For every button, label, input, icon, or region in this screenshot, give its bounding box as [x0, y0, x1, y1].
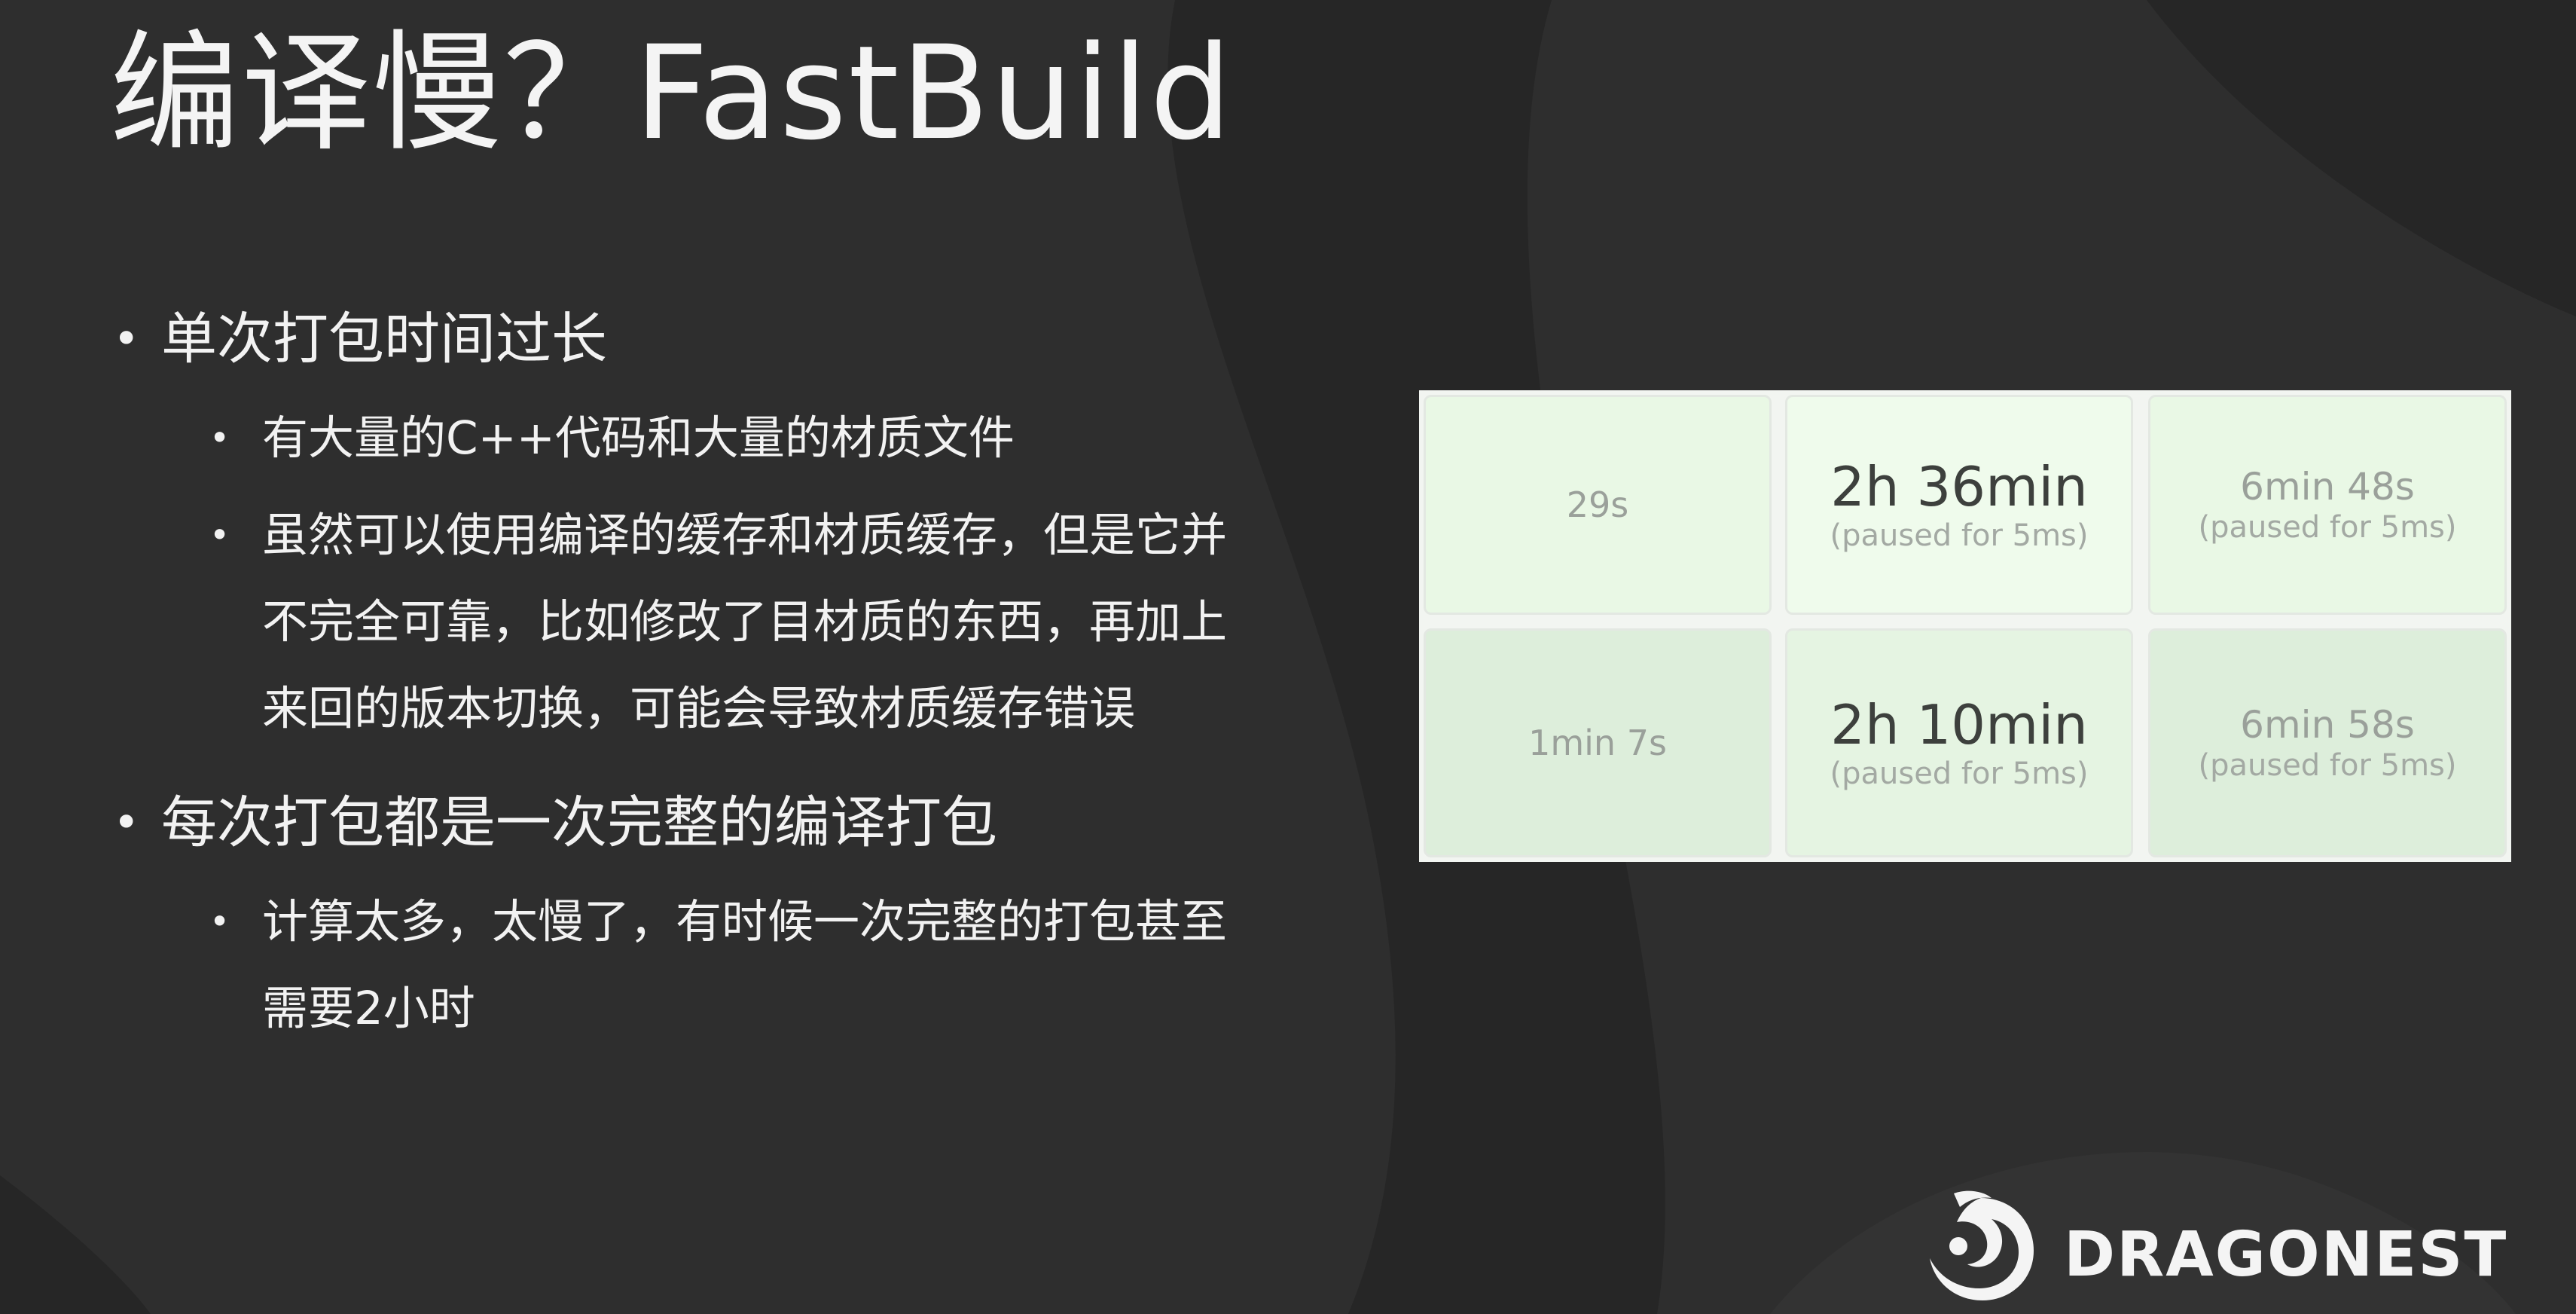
tile-time: 6min 58s: [2240, 703, 2415, 747]
tile-time: 2h 36min: [1830, 455, 2088, 518]
tile-time: 6min 48s: [2240, 465, 2415, 509]
bullet-list: 单次打包时间过长 有大量的C++代码和大量的材质文件 虽然可以使用编译的缓存和材…: [113, 294, 1288, 1052]
build-time-tile: 2h 10min (paused for 5ms): [1785, 628, 2133, 857]
bullet-level1: 单次打包时间过长: [113, 294, 1288, 384]
tile-time: 2h 10min: [1830, 693, 2088, 756]
build-time-grid: 29s 2h 36min (paused for 5ms) 6min 48s (…: [1419, 390, 2511, 862]
tile-note: (paused for 5ms): [2198, 748, 2457, 783]
build-time-tile: 2h 36min (paused for 5ms): [1785, 395, 2133, 615]
build-time-tile: 6min 58s (paused for 5ms): [2148, 628, 2507, 857]
tile-time: 1min 7s: [1528, 723, 1667, 763]
bullet-level1: 每次打包都是一次完整的编译打包: [113, 778, 1288, 868]
bullet-level2: 有大量的C++代码和大量的材质文件: [209, 395, 1271, 481]
dragonest-logo: DRAGONEST: [1913, 1187, 2516, 1308]
build-time-tile: 6min 48s (paused for 5ms): [2148, 395, 2507, 615]
build-time-tile: 1min 7s: [1424, 628, 1772, 857]
bullet-level2: 计算太多，太慢了，有时候一次完整的打包甚至需要2小时: [209, 879, 1271, 1052]
tile-note: (paused for 5ms): [1830, 756, 2089, 791]
dragon-logo-icon: [1930, 1190, 2034, 1300]
build-time-tile: 29s: [1424, 395, 1772, 615]
slide-title: 编译慢？FastBuild: [110, 17, 1234, 169]
tile-note: (paused for 5ms): [2198, 510, 2457, 545]
logo-text: DRAGONEST: [2064, 1219, 2508, 1291]
tile-note: (paused for 5ms): [1830, 518, 2089, 553]
bullet-level2: 虽然可以使用编译的缓存和材质缓存，但是它并不完全可靠，比如修改了目材质的东西，再…: [209, 492, 1271, 752]
tile-time: 29s: [1566, 484, 1629, 525]
